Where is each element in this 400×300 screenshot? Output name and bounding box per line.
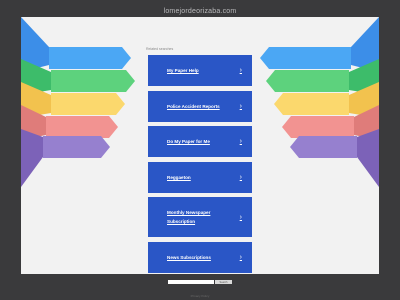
chevron-right-icon: › xyxy=(239,138,242,145)
chevron-right-icon: › xyxy=(239,254,242,261)
link-label: My Paper Help xyxy=(167,68,199,73)
search-input[interactable] xyxy=(168,280,214,284)
parked-page: Related searches My Paper Help › Police … xyxy=(21,17,379,274)
related-link-news-subscriptions[interactable]: News Subscriptions › xyxy=(148,242,252,273)
footer: Search Privacy Policy xyxy=(0,277,400,300)
related-searches-heading: Related searches xyxy=(146,47,174,51)
link-label: Reggaeton xyxy=(167,175,191,180)
privacy-policy-link[interactable]: Privacy Policy xyxy=(0,294,400,298)
search-button[interactable]: Search xyxy=(215,280,232,284)
related-link-my-paper-help[interactable]: My Paper Help › xyxy=(148,55,252,86)
top-bar: lomejordeorizaba.com xyxy=(0,0,400,16)
link-label: Monthly Newspaper Subscription xyxy=(167,210,211,224)
chevron-right-icon: › xyxy=(239,174,242,181)
domain-title: lomejordeorizaba.com xyxy=(163,8,237,15)
chevron-right-icon: › xyxy=(239,213,242,221)
related-link-do-my-paper-for-me[interactable]: Do My Paper for Me › xyxy=(148,126,252,157)
link-label: Police Accident Reports xyxy=(167,104,220,109)
chevron-right-icon: › xyxy=(239,103,242,110)
related-link-monthly-newspaper-subscription[interactable]: Monthly Newspaper Subscription › xyxy=(148,197,252,237)
related-link-police-accident-reports[interactable]: Police Accident Reports › xyxy=(148,91,252,122)
related-link-reggaeton[interactable]: Reggaeton › xyxy=(148,162,252,193)
link-label: News Subscriptions xyxy=(167,255,211,260)
link-label: Do My Paper for Me xyxy=(167,139,210,144)
chevron-right-icon: › xyxy=(239,67,242,74)
